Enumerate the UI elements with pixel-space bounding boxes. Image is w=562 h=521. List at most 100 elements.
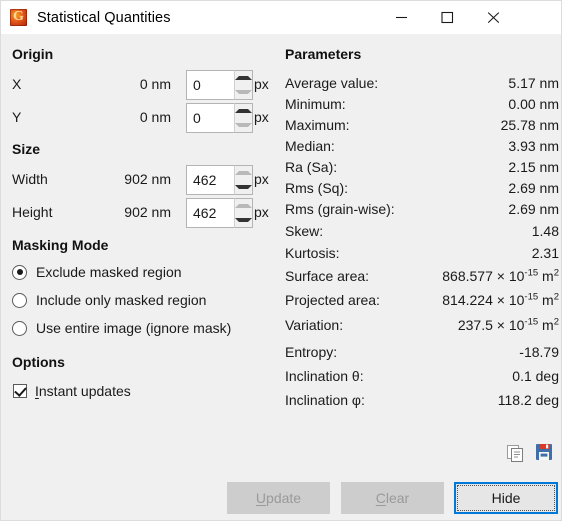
chevron-up-icon (235, 76, 252, 80)
size-width-spinner[interactable]: 462 (186, 165, 253, 195)
origin-y-spin-up[interactable] (235, 104, 252, 118)
size-height-input[interactable]: 462 (186, 198, 234, 228)
radio-label: Exclude masked region (36, 264, 182, 280)
param-mantissa: 814.224 × 10 (442, 292, 525, 308)
radio-indicator (12, 264, 27, 280)
copy-icon (505, 443, 525, 468)
param-value-maximum: 25.78 nm (500, 117, 559, 133)
origin-y-spin-down[interactable] (235, 118, 252, 132)
close-button[interactable] (470, 1, 516, 34)
param-value-median: 3.93 nm (508, 138, 559, 154)
clear-label-rest: lear (385, 490, 410, 506)
title-bar[interactable]: Statistical Quantities (1, 1, 561, 34)
minimize-button[interactable] (378, 1, 424, 34)
hide-button[interactable]: Hide (454, 482, 558, 514)
size-height-unit: px (254, 204, 269, 220)
param-value-rms-grain-wise: 2.69 nm (508, 201, 559, 217)
radio-indicator (12, 292, 27, 308)
size-width-spin-up[interactable] (235, 166, 252, 180)
param-label-rms-grain-wise: Rms (grain-wise): (285, 201, 395, 217)
param-value-inclination-theta: 0.1 deg (512, 368, 559, 384)
origin-x-spin-buttons[interactable] (234, 70, 253, 100)
radio-label: Include only masked region (36, 292, 207, 308)
checkbox-indicator (13, 384, 27, 398)
param-label-skew: Skew: (285, 223, 324, 239)
size-height-label: Height (12, 204, 53, 220)
origin-y-spin-buttons[interactable] (234, 103, 253, 133)
checkbox-label: Instant updates (35, 383, 131, 399)
param-label-maximum: Maximum: (285, 117, 350, 133)
param-value-skew: 1.48 (531, 223, 559, 239)
size-width-spin-buttons[interactable] (234, 165, 253, 195)
update-label-rest: pdate (266, 490, 302, 506)
origin-x-label: X (12, 76, 22, 92)
param-label-ra-sa: Ra (Sa): (285, 159, 338, 175)
size-width-label: Width (12, 171, 48, 187)
update-button-label: Update (256, 490, 301, 506)
chevron-down-icon (235, 218, 252, 222)
param-exponent: -15 (524, 291, 539, 303)
origin-y-input[interactable]: 0 (186, 103, 234, 133)
checkbox-instant-updates[interactable]: Instant updates (13, 383, 131, 399)
clear-button[interactable]: Clear (341, 482, 444, 514)
copy-to-clipboard-button[interactable] (504, 444, 526, 466)
radio-label: Use entire image (ignore mask) (36, 320, 232, 336)
window-title: Statistical Quantities (37, 9, 171, 26)
param-value-inclination-phi: 118.2 deg (497, 392, 559, 408)
param-value-projected-area: 814.224 × 10-15 m2 (442, 292, 559, 308)
origin-x-input[interactable]: 0 (186, 70, 234, 100)
checkbox-label-rest: nstant updates (38, 383, 131, 399)
radio-include-only-masked-region[interactable]: Include only masked region (12, 292, 206, 308)
param-label-variation: Variation: (285, 317, 344, 333)
origin-y-spinner[interactable]: 0 (186, 103, 253, 133)
radio-exclude-masked-region[interactable]: Exclude masked region (12, 264, 182, 280)
size-height-spin-down[interactable] (235, 213, 252, 227)
size-width-input[interactable]: 462 (186, 165, 234, 195)
param-value-surface-area: 868.577 × 10-15 m2 (442, 268, 559, 284)
param-unit: m (538, 292, 554, 308)
param-value-ra-sa: 2.15 nm (508, 159, 559, 175)
radio-use-entire-image[interactable]: Use entire image (ignore mask) (12, 320, 231, 336)
statistical-quantities-window: Statistical Quantities Origin X 0 nm (0, 0, 562, 521)
hide-button-label: Hide (491, 490, 521, 506)
size-height-spin-buttons[interactable] (234, 198, 253, 228)
masking-mode-heading: Masking Mode (12, 237, 109, 253)
chevron-up-icon (235, 109, 252, 113)
parameters-heading: Parameters (285, 46, 362, 62)
param-exponent: -15 (524, 267, 539, 279)
origin-x-spin-up[interactable] (235, 71, 252, 85)
chevron-down-icon (235, 185, 252, 189)
dialog-body: Origin X 0 nm 0 px Y 0 nm 0 px Size Widt… (1, 34, 561, 520)
update-button[interactable]: Update (227, 482, 330, 514)
param-label-inclination-theta: Inclination θ: (285, 368, 364, 384)
size-width-spin-down[interactable] (235, 180, 252, 194)
origin-heading: Origin (12, 46, 54, 62)
origin-x-unit: px (254, 76, 269, 92)
origin-x-spinner[interactable]: 0 (186, 70, 253, 100)
param-label-median: Median: (285, 138, 335, 154)
param-mantissa: 237.5 × 10 (457, 317, 525, 333)
size-height-real-value: 902 nm (124, 204, 171, 220)
size-heading: Size (12, 141, 41, 157)
param-exponent: -15 (524, 316, 539, 328)
close-icon (487, 11, 500, 24)
origin-y-real-value: 0 nm (139, 109, 171, 125)
update-mnemonic: U (255, 490, 267, 506)
param-label-kurtosis: Kurtosis: (285, 245, 340, 261)
gwyddion-icon (10, 8, 27, 26)
size-height-spinner[interactable]: 462 (186, 198, 253, 228)
param-value-entropy: -18.79 (519, 344, 559, 360)
param-unit-exponent: 2 (553, 316, 559, 328)
param-unit-exponent: 2 (553, 267, 559, 279)
origin-x-real-value: 0 nm (139, 76, 171, 92)
size-height-spin-up[interactable] (235, 199, 252, 213)
param-unit-exponent: 2 (553, 291, 559, 303)
save-floppy-icon (534, 442, 554, 467)
radio-indicator (12, 320, 27, 336)
param-value-minimum: 0.00 nm (508, 96, 559, 112)
param-label-rms-sq: Rms (Sq): (285, 180, 348, 196)
save-to-file-button[interactable] (533, 443, 555, 465)
origin-y-unit: px (254, 109, 269, 125)
origin-x-spin-down[interactable] (235, 85, 252, 99)
maximize-button[interactable] (424, 1, 470, 34)
